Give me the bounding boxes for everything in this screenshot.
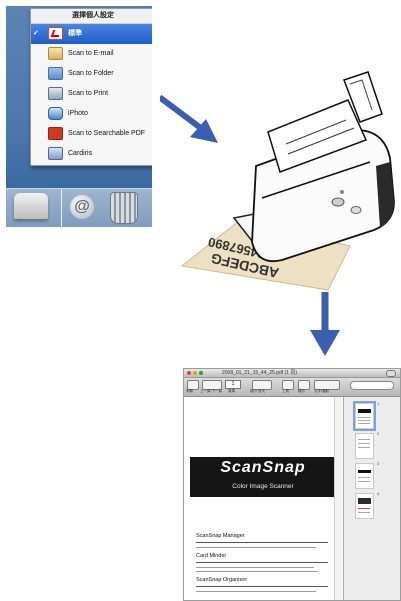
searchable-pdf-icon: [48, 126, 63, 140]
scanner-illustration: 1234567890 ABCDEFG: [180, 71, 395, 291]
arrow-to-viewer-icon: [310, 292, 340, 356]
section-title: ScanSnap Organizer: [196, 577, 248, 583]
text-select-label: 文字/選取: [314, 389, 329, 393]
menu-item-standard[interactable]: ✓ 標準: [31, 24, 152, 44]
text-line: [196, 591, 316, 592]
menu-item-scan-to-email[interactable]: Scan to E-mail: [31, 44, 152, 64]
menu-item-scan-to-print[interactable]: Scan to Print: [31, 84, 152, 104]
section-title: ScanSnap Manager: [196, 533, 245, 539]
drawer-button-label: 側欄: [186, 389, 193, 393]
thumbnail-number: 3: [377, 461, 380, 466]
menu-item-iphoto[interactable]: iPhoto: [31, 104, 152, 124]
search-input[interactable]: [350, 381, 394, 390]
page-thumbnail[interactable]: [355, 493, 374, 519]
dock: @: [6, 188, 152, 227]
profile-menu-screenshot: 選擇個人設定 ✓ 標準 Scan to E-mail Scan to Folde…: [6, 6, 152, 227]
pdf-viewer-window: 2008_01_21_15_44_25.pdf (1 頁) 側欄 上一頁/下一頁…: [183, 368, 401, 601]
section-title: Card Minder: [196, 553, 227, 559]
thumbnail-number: 1: [377, 401, 380, 406]
mail-icon: [48, 46, 63, 60]
thumbnail-number: 2: [377, 431, 380, 436]
section-rule: [196, 562, 328, 563]
page-thumbnail[interactable]: [355, 433, 374, 459]
dock-trash-icon[interactable]: [110, 192, 138, 224]
dock-mail-icon[interactable]: @: [70, 195, 94, 219]
dock-scanner-icon[interactable]: [14, 193, 48, 219]
dock-separator: [61, 189, 62, 227]
section-rule: [196, 586, 328, 587]
minimize-window-icon[interactable]: [193, 371, 197, 375]
pdf-icon: [48, 26, 63, 40]
window-title: 2008_01_21_15_44_25.pdf (1 頁): [222, 370, 298, 376]
window-title-bar: 2008_01_21_15_44_25.pdf (1 頁): [184, 369, 400, 378]
profile-menu: 選擇個人設定 ✓ 標準 Scan to E-mail Scan to Folde…: [30, 8, 152, 166]
document-page: ScanSnap Color Image Scanner ScanSnap Ma…: [184, 397, 342, 600]
zoom-label: 縮小 放大: [250, 389, 265, 393]
checkmark-icon: ✓: [33, 30, 39, 37]
page-thumbnail[interactable]: [355, 463, 374, 489]
toolbar-toggle-button[interactable]: [386, 370, 396, 377]
thumbnail-number: 4: [377, 491, 380, 496]
menu-item-label: Scan to E-mail: [68, 50, 114, 57]
section-rule: [196, 542, 328, 543]
menu-item-label: iPhoto: [68, 110, 88, 117]
viewer-toolbar: 側欄 上一頁/下一頁 1 頁碼 縮小 放大 工具 顯示 文字/選取: [184, 378, 400, 397]
text-line: [196, 547, 316, 548]
display-label: 顯示: [298, 389, 305, 393]
text-line: [196, 567, 314, 568]
iphoto-icon: [48, 106, 63, 120]
thumbnail-sidebar: 1 2 3 4: [343, 397, 400, 600]
menu-item-label: Scan to Print: [68, 90, 109, 97]
menu-item-label: Scan to Folder: [68, 70, 114, 77]
menu-item-label: Scan to Searchable PDF: [68, 130, 146, 137]
printer-icon: [48, 86, 63, 100]
profile-menu-title: 選擇個人設定: [31, 9, 152, 24]
menu-item-label: Cardiris: [68, 150, 93, 157]
menu-item-scan-to-searchable-pdf[interactable]: Scan to Searchable PDF: [31, 124, 152, 144]
zoom-window-icon[interactable]: [199, 371, 203, 375]
menu-item-label: 標準: [68, 30, 82, 37]
menu-item-scan-to-folder[interactable]: Scan to Folder: [31, 64, 152, 84]
page-number-label: 頁碼: [228, 389, 235, 393]
menu-item-cardiris[interactable]: Cardiris: [31, 144, 152, 164]
text-line: [196, 571, 318, 572]
brand-tagline: Color Image Scanner: [232, 483, 294, 490]
cardiris-icon: [48, 146, 63, 160]
folder-icon: [48, 66, 63, 80]
prev-next-label: 上一頁/下一頁: [200, 389, 222, 393]
brand-logo: ScanSnap: [220, 459, 306, 476]
tool-label: 工具: [282, 389, 289, 393]
vertical-scrollbar[interactable]: [334, 397, 342, 600]
scansnap-banner: ScanSnap Color Image Scanner: [190, 457, 336, 497]
page-number-input[interactable]: 1: [225, 380, 241, 389]
close-window-icon[interactable]: [187, 371, 191, 375]
page-thumbnail[interactable]: [353, 401, 376, 431]
